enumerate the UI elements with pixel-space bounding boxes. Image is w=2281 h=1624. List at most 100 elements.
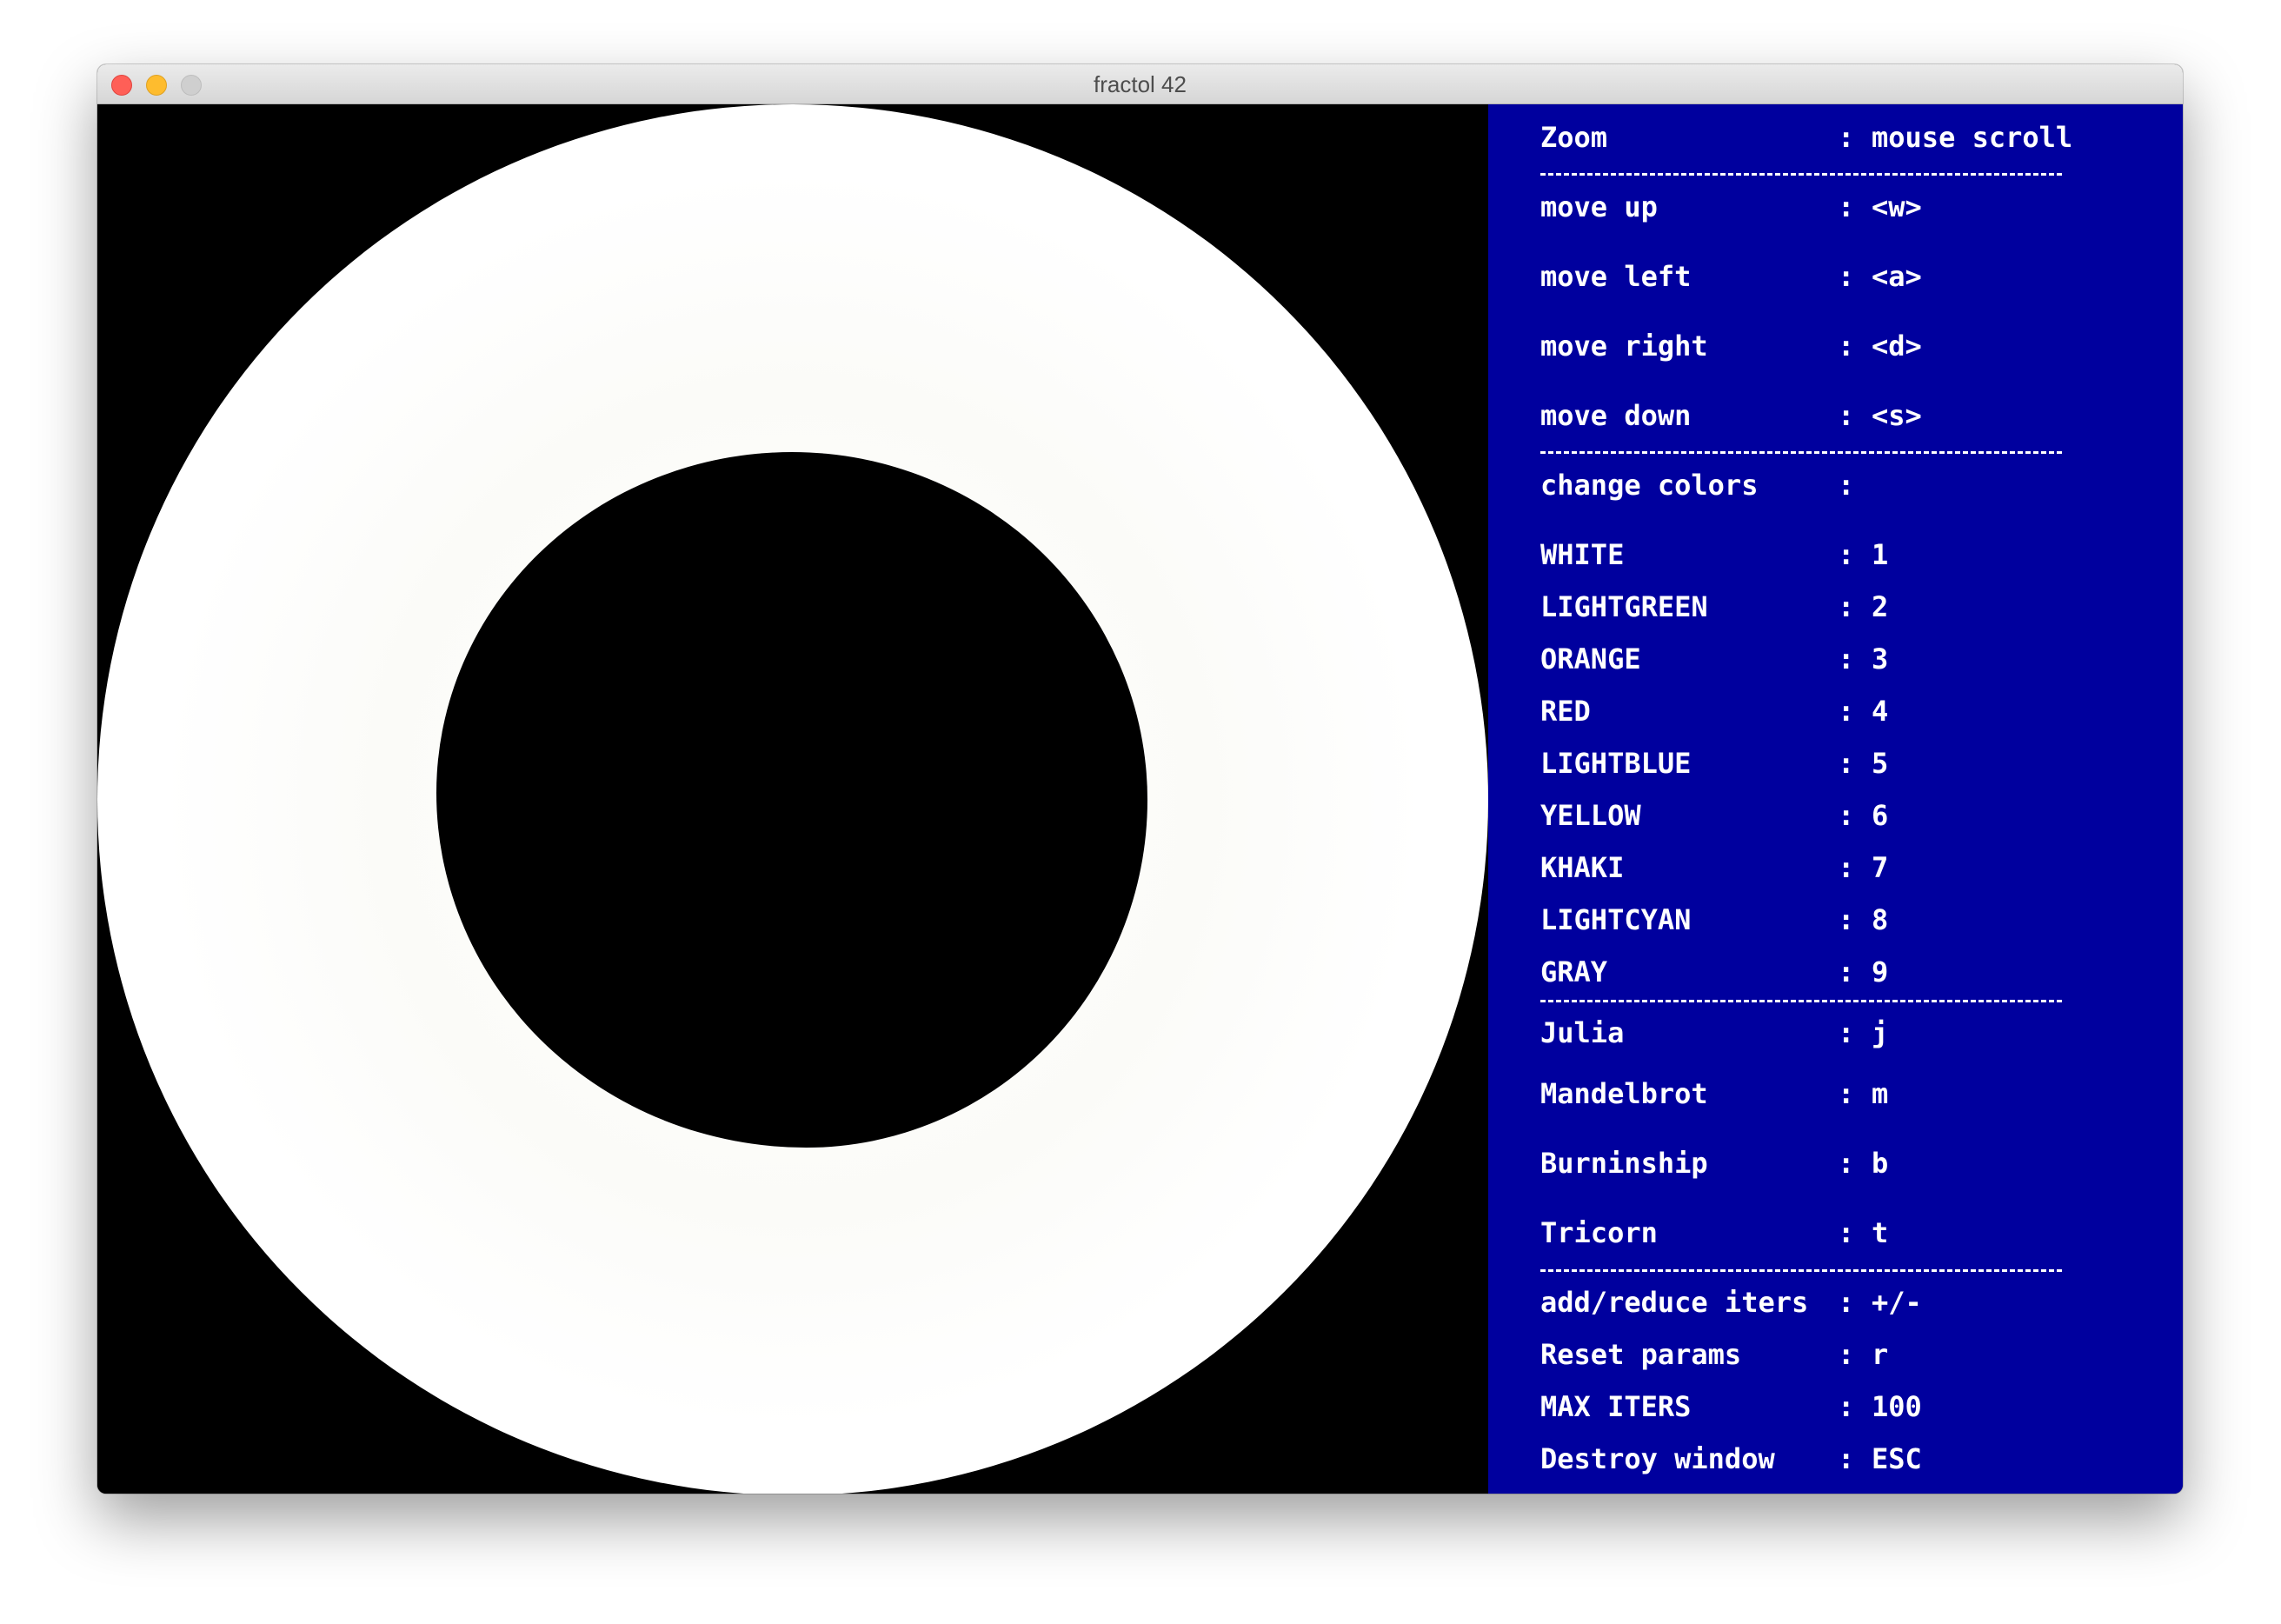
help-key-label: move right xyxy=(1540,329,1708,363)
help-row-mandelbrot: Mandelbrot : m xyxy=(1540,1076,1888,1111)
help-key-label: Destroy window xyxy=(1540,1442,1775,1475)
help-separator: : xyxy=(1838,1016,1855,1049)
title-bar[interactable]: fractol 42 xyxy=(97,64,2183,104)
help-key-label: change colors xyxy=(1540,469,1759,502)
help-row-zoom: Zoom : mouse scroll xyxy=(1540,120,2072,155)
help-key-label: move up xyxy=(1540,190,1658,223)
help-key-label: MAX ITERS xyxy=(1540,1390,1692,1423)
help-key-label: LIGHTBLUE xyxy=(1540,747,1692,780)
help-key-label: Burninship xyxy=(1540,1147,1708,1180)
help-value: mouse scroll xyxy=(1872,121,2073,154)
help-value: t xyxy=(1872,1216,1889,1249)
help-separator: : xyxy=(1838,955,1855,988)
help-row-julia: Julia : j xyxy=(1540,1015,1888,1050)
help-separator: : xyxy=(1838,190,1855,223)
help-separator: : xyxy=(1838,260,1855,293)
divider xyxy=(1540,173,2062,176)
help-value: <a> xyxy=(1872,260,1922,293)
help-row-move-up: move up : <w> xyxy=(1540,190,1922,224)
help-value: 6 xyxy=(1872,799,1889,832)
help-separator: : xyxy=(1838,329,1855,363)
help-separator: : xyxy=(1838,1147,1855,1180)
help-value: <s> xyxy=(1872,399,1922,432)
help-value: 1 xyxy=(1872,538,1889,571)
help-separator: : xyxy=(1838,1216,1855,1249)
window-title: fractol 42 xyxy=(1094,71,1187,97)
help-key-label: LIGHTGREEN xyxy=(1540,590,1708,623)
help-separator: : xyxy=(1838,1390,1855,1423)
help-separator: : xyxy=(1838,1338,1855,1371)
help-key-label: Reset params xyxy=(1540,1338,1742,1371)
help-row-iters: add/reduce iters : +/- xyxy=(1540,1285,1922,1320)
help-value: +/- xyxy=(1872,1286,1922,1319)
help-separator: : xyxy=(1838,799,1855,832)
fractal-interior xyxy=(436,452,1147,1148)
help-separator: : xyxy=(1838,1442,1855,1475)
help-key-label: GRAY xyxy=(1540,955,1608,988)
help-row-color-orange: ORANGE : 3 xyxy=(1540,642,1888,676)
help-value: 9 xyxy=(1872,955,1889,988)
help-value: <d> xyxy=(1872,329,1922,363)
help-key-label: LIGHTCYAN xyxy=(1540,903,1692,936)
help-separator: : xyxy=(1838,469,1855,502)
help-row-color-khaki: KHAKI : 7 xyxy=(1540,850,1888,885)
help-separator: : xyxy=(1838,747,1855,780)
help-row-tricorn: Tricorn : t xyxy=(1540,1215,1888,1250)
help-separator: : xyxy=(1838,1077,1855,1110)
help-value: 4 xyxy=(1872,695,1889,728)
help-row-color-gray: GRAY : 9 xyxy=(1540,955,1888,989)
help-separator: : xyxy=(1838,851,1855,884)
help-separator: : xyxy=(1838,590,1855,623)
help-value: 3 xyxy=(1872,642,1889,676)
help-key-label: YELLOW xyxy=(1540,799,1641,832)
help-value: 100 xyxy=(1872,1390,1922,1423)
help-row-reset: Reset params : r xyxy=(1540,1337,1888,1372)
fractal-shape xyxy=(97,104,1488,1494)
help-value: 7 xyxy=(1872,851,1889,884)
help-key-label: RED xyxy=(1540,695,1591,728)
divider xyxy=(1540,1269,2062,1272)
help-row-move-left: move left : <a> xyxy=(1540,259,1922,294)
help-row-destroy: Destroy window : ESC xyxy=(1540,1441,1922,1476)
help-row-max-iters: MAX ITERS : 100 xyxy=(1540,1389,1922,1424)
help-value: 8 xyxy=(1872,903,1889,936)
help-value: j xyxy=(1872,1016,1889,1049)
controls-help-panel: Zoom : mouse scroll move up : <w> move l… xyxy=(1488,104,2183,1494)
help-row-move-down: move down : <s> xyxy=(1540,398,1922,433)
fractal-canvas[interactable] xyxy=(97,104,1488,1494)
help-separator: : xyxy=(1838,1286,1855,1319)
help-row-color-lightblue: LIGHTBLUE : 5 xyxy=(1540,746,1888,781)
window-content: Zoom : mouse scroll move up : <w> move l… xyxy=(97,104,2183,1494)
help-value: 5 xyxy=(1872,747,1889,780)
help-key-label: Tricorn xyxy=(1540,1216,1658,1249)
help-key-label: Zoom xyxy=(1540,121,1608,154)
help-key-label: Mandelbrot xyxy=(1540,1077,1708,1110)
help-separator: : xyxy=(1838,903,1855,936)
help-row-color-lightgreen: LIGHTGREEN : 2 xyxy=(1540,589,1888,624)
help-key-label: move down xyxy=(1540,399,1692,432)
help-separator: : xyxy=(1838,695,1855,728)
help-row-color-yellow: YELLOW : 6 xyxy=(1540,798,1888,833)
help-row-move-right: move right : <d> xyxy=(1540,329,1922,363)
help-value: r xyxy=(1872,1338,1889,1371)
help-key-label: KHAKI xyxy=(1540,851,1625,884)
help-value: <w> xyxy=(1872,190,1922,223)
help-separator: : xyxy=(1838,538,1855,571)
help-key-label: WHITE xyxy=(1540,538,1625,571)
help-value: 2 xyxy=(1872,590,1889,623)
help-key-label: ORANGE xyxy=(1540,642,1641,676)
help-value: ESC xyxy=(1872,1442,1922,1475)
help-value: m xyxy=(1872,1077,1889,1110)
help-key-label: add/reduce iters xyxy=(1540,1286,1809,1319)
help-row-color-red: RED : 4 xyxy=(1540,694,1888,729)
help-value: b xyxy=(1872,1147,1889,1180)
help-row-change-colors: change colors : xyxy=(1540,468,1854,503)
app-window: fractol 42 Zoom : mouse scroll move up :… xyxy=(97,64,2183,1494)
help-separator: : xyxy=(1838,399,1855,432)
help-row-burninship: Burninship : b xyxy=(1540,1146,1888,1181)
divider xyxy=(1540,451,2062,454)
help-key-label: move left xyxy=(1540,260,1692,293)
divider xyxy=(1540,1000,2062,1002)
help-row-color-white: WHITE : 1 xyxy=(1540,537,1888,572)
help-separator: : xyxy=(1838,121,1855,154)
